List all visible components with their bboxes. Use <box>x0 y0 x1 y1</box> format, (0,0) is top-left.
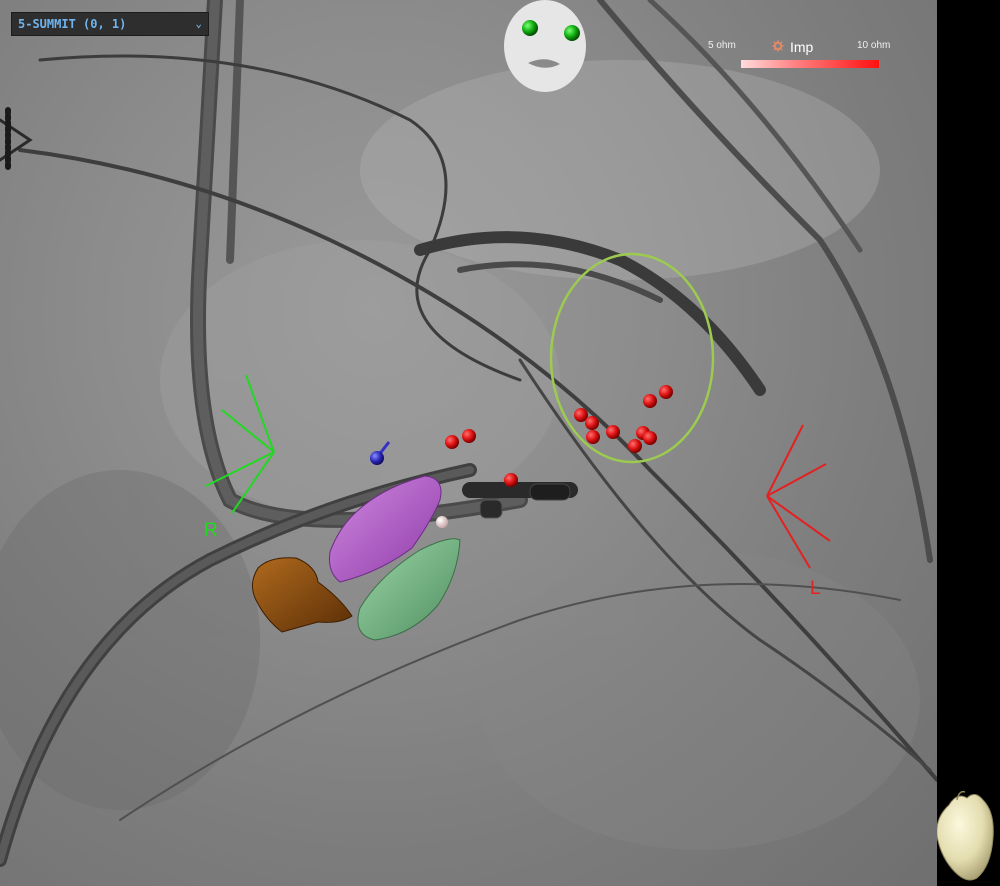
catheter-tip-marker[interactable] <box>436 516 448 528</box>
view-selector-dropdown[interactable]: 5-SUMMIT (0, 1) ⌄ <box>11 12 209 36</box>
ablation-point[interactable] <box>643 394 657 408</box>
ablation-point[interactable] <box>659 385 673 399</box>
ablation-point[interactable] <box>504 473 518 487</box>
view-selector-value: 5-SUMMIT (0, 1) <box>18 17 127 31</box>
chevron-down-icon: ⌄ <box>195 17 202 30</box>
fluoroscopy-viewport[interactable]: 5-SUMMIT (0, 1) ⌄ 5 ohm Imp 10 ohm R L <box>0 0 937 886</box>
ablation-point[interactable] <box>643 431 657 445</box>
left-orientation-label: L <box>810 578 821 599</box>
ablation-point[interactable] <box>606 425 620 439</box>
right-orientation-label: R <box>204 520 218 541</box>
impedance-color-scale <box>741 60 879 68</box>
impedance-title: Imp <box>790 39 814 55</box>
fluoro-background-structures <box>0 60 920 850</box>
ablation-point[interactable] <box>628 439 642 453</box>
mapping-screen: 5-SUMMIT (0, 1) ⌄ 5 ohm Imp 10 ohm R L <box>0 0 1000 886</box>
impedance-min-label: 5 ohm <box>708 40 736 51</box>
ablation-point[interactable] <box>445 435 459 449</box>
impedance-legend: 5 ohm Imp 10 ohm <box>700 38 910 70</box>
patient-head-icon <box>504 0 586 92</box>
fluoro-scene <box>0 0 937 867</box>
ablation-point[interactable] <box>586 430 600 444</box>
ablation-point[interactable] <box>585 416 599 430</box>
ablation-point[interactable] <box>462 429 476 443</box>
impedance-max-label: 10 ohm <box>857 40 891 51</box>
gear-icon[interactable] <box>772 40 784 52</box>
left-orientation-marker <box>766 424 831 569</box>
right-side-panel <box>936 0 1000 886</box>
heart-model-icon[interactable] <box>936 0 1000 886</box>
